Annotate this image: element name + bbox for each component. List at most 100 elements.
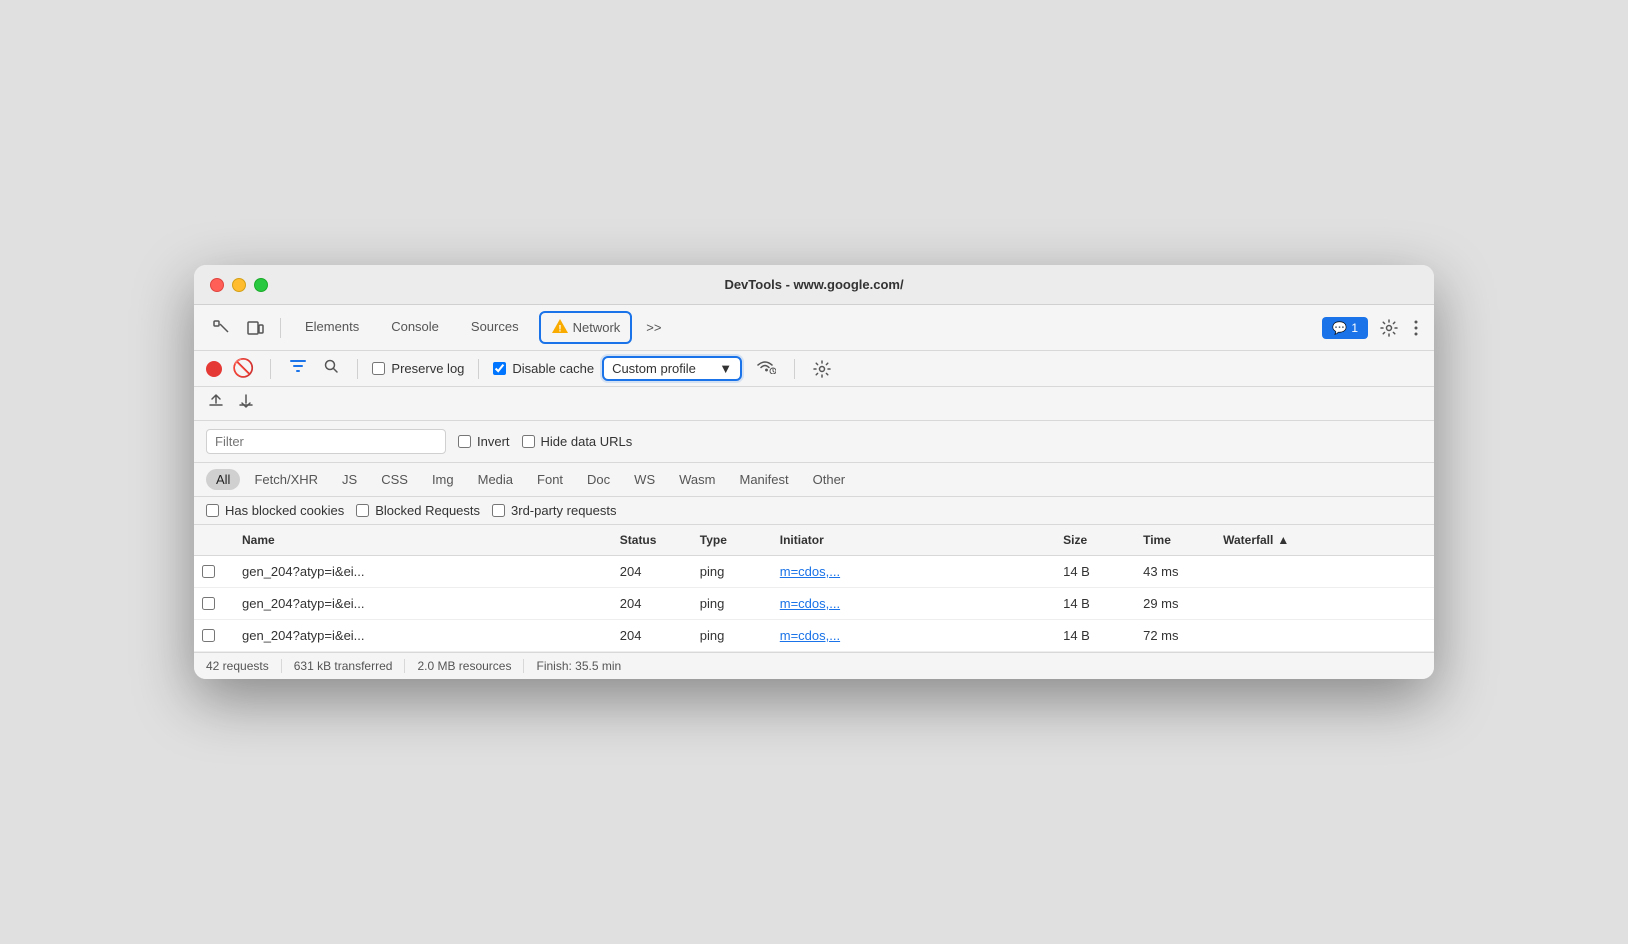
third-party-text: 3rd-party requests	[511, 503, 617, 518]
th-initiator[interactable]: Initiator	[772, 531, 1055, 549]
type-filter-all[interactable]: All	[206, 469, 240, 490]
blocked-cookies-checkbox[interactable]	[206, 504, 219, 517]
preserve-log-checkbox-label[interactable]: Preserve log	[372, 361, 464, 376]
hide-data-urls-checkbox[interactable]	[522, 435, 535, 448]
settings-button[interactable]	[1376, 315, 1402, 341]
type-filter-fetch-xhr[interactable]: Fetch/XHR	[244, 469, 328, 490]
filter-checkboxes: Invert Hide data URLs	[458, 434, 632, 449]
table-header: Name Status Type Initiator Size Time Wat…	[194, 525, 1434, 556]
row-checkbox-1[interactable]	[194, 562, 234, 581]
upload-button[interactable]	[206, 391, 226, 416]
table-row[interactable]: gen_204?atyp=i&ei... 204 ping m=cdos,...…	[194, 620, 1434, 652]
row-name-1[interactable]: gen_204?atyp=i&ei...	[234, 562, 612, 581]
row-waterfall-2	[1215, 594, 1404, 613]
filter-bar: Invert Hide data URLs	[194, 421, 1434, 463]
blocked-cookies-text: Has blocked cookies	[225, 503, 344, 518]
download-button[interactable]	[236, 391, 256, 416]
record-button[interactable]	[206, 361, 222, 377]
type-filter-media[interactable]: Media	[468, 469, 523, 490]
row-time-1: 43 ms	[1135, 562, 1215, 581]
row-name-3[interactable]: gen_204?atyp=i&ei...	[234, 626, 612, 645]
row-status-1: 204	[612, 562, 692, 581]
third-party-checkbox[interactable]	[492, 504, 505, 517]
row-extra-2	[1404, 594, 1434, 613]
hide-data-urls-checkbox-label[interactable]: Hide data URLs	[522, 434, 633, 449]
th-type[interactable]: Type	[692, 531, 772, 549]
disable-cache-checkbox[interactable]	[493, 362, 506, 375]
chat-button[interactable]: 💬 1	[1322, 317, 1368, 339]
disable-cache-checkbox-label[interactable]: Disable cache	[493, 361, 594, 376]
minimize-button[interactable]	[232, 278, 246, 292]
more-options-button[interactable]	[1410, 315, 1422, 341]
preserve-log-checkbox[interactable]	[372, 362, 385, 375]
divider-2	[270, 359, 271, 379]
network-table: Name Status Type Initiator Size Time Wat…	[194, 525, 1434, 652]
table-row[interactable]: gen_204?atyp=i&ei... 204 ping m=cdos,...…	[194, 588, 1434, 620]
type-filter-other[interactable]: Other	[803, 469, 856, 490]
type-filter-wasm[interactable]: Wasm	[669, 469, 725, 490]
row-size-2: 14 B	[1055, 594, 1135, 613]
invert-checkbox[interactable]	[458, 435, 471, 448]
device-toggle-icon[interactable]	[240, 315, 270, 341]
type-filter-img[interactable]: Img	[422, 469, 464, 490]
row-waterfall-1	[1215, 562, 1404, 581]
row-extra-1	[1404, 562, 1434, 581]
traffic-lights	[210, 278, 268, 292]
blocked-requests-label[interactable]: Blocked Requests	[356, 503, 480, 518]
search-icon[interactable]	[319, 356, 343, 381]
third-party-label[interactable]: 3rd-party requests	[492, 503, 617, 518]
type-filter-doc[interactable]: Doc	[577, 469, 620, 490]
type-filter-css[interactable]: CSS	[371, 469, 418, 490]
maximize-button[interactable]	[254, 278, 268, 292]
invert-checkbox-label[interactable]: Invert	[458, 434, 510, 449]
blocked-cookies-label[interactable]: Has blocked cookies	[206, 503, 344, 518]
blocked-filters-bar: Has blocked cookies Blocked Requests 3rd…	[194, 497, 1434, 525]
tab-console[interactable]: Console	[377, 313, 453, 342]
inspect-icon[interactable]	[206, 315, 236, 341]
status-transferred: 631 kB transferred	[282, 659, 406, 673]
row-extra-3	[1404, 626, 1434, 645]
status-finish: Finish: 35.5 min	[524, 659, 633, 673]
row-checkbox-2[interactable]	[194, 594, 234, 613]
row-initiator-3[interactable]: m=cdos,...	[772, 626, 1055, 645]
stop-button[interactable]: 🚫	[230, 358, 256, 379]
filter-input[interactable]	[206, 429, 446, 454]
invert-label: Invert	[477, 434, 510, 449]
row-size-1: 14 B	[1055, 562, 1135, 581]
divider-1	[280, 318, 281, 338]
th-size[interactable]: Size	[1055, 531, 1135, 549]
row-status-3: 204	[612, 626, 692, 645]
type-filter-js[interactable]: JS	[332, 469, 367, 490]
type-filter-ws[interactable]: WS	[624, 469, 665, 490]
preserve-log-label: Preserve log	[391, 361, 464, 376]
close-button[interactable]	[210, 278, 224, 292]
wifi-settings-icon[interactable]	[750, 356, 780, 381]
blocked-requests-checkbox[interactable]	[356, 504, 369, 517]
network-settings-icon[interactable]	[809, 356, 835, 382]
divider-3	[357, 359, 358, 379]
th-checkbox	[194, 531, 234, 549]
custom-profile-dropdown[interactable]: Custom profile ▼	[602, 356, 742, 381]
th-name[interactable]: Name	[234, 531, 612, 549]
toolbar-right: 💬 1	[1322, 315, 1422, 341]
type-filter-manifest[interactable]: Manifest	[729, 469, 798, 490]
tab-more[interactable]: >>	[638, 316, 669, 339]
tab-network[interactable]: ! Network	[539, 311, 633, 344]
hide-data-urls-label: Hide data URLs	[541, 434, 633, 449]
row-status-2: 204	[612, 594, 692, 613]
table-row[interactable]: gen_204?atyp=i&ei... 204 ping m=cdos,...…	[194, 556, 1434, 588]
chat-icon: 💬	[1332, 321, 1347, 335]
type-filter-bar: All Fetch/XHR JS CSS Img Media Font Doc …	[194, 463, 1434, 497]
row-initiator-1[interactable]: m=cdos,...	[772, 562, 1055, 581]
type-filter-font[interactable]: Font	[527, 469, 573, 490]
th-status[interactable]: Status	[612, 531, 692, 549]
row-checkbox-3[interactable]	[194, 626, 234, 645]
upload-download-bar	[194, 387, 1434, 421]
th-waterfall[interactable]: Waterfall ▲	[1215, 531, 1404, 549]
row-name-2[interactable]: gen_204?atyp=i&ei...	[234, 594, 612, 613]
tab-elements[interactable]: Elements	[291, 313, 373, 342]
th-time[interactable]: Time	[1135, 531, 1215, 549]
row-initiator-2[interactable]: m=cdos,...	[772, 594, 1055, 613]
tab-sources[interactable]: Sources	[457, 313, 533, 342]
filter-icon[interactable]	[285, 355, 311, 382]
